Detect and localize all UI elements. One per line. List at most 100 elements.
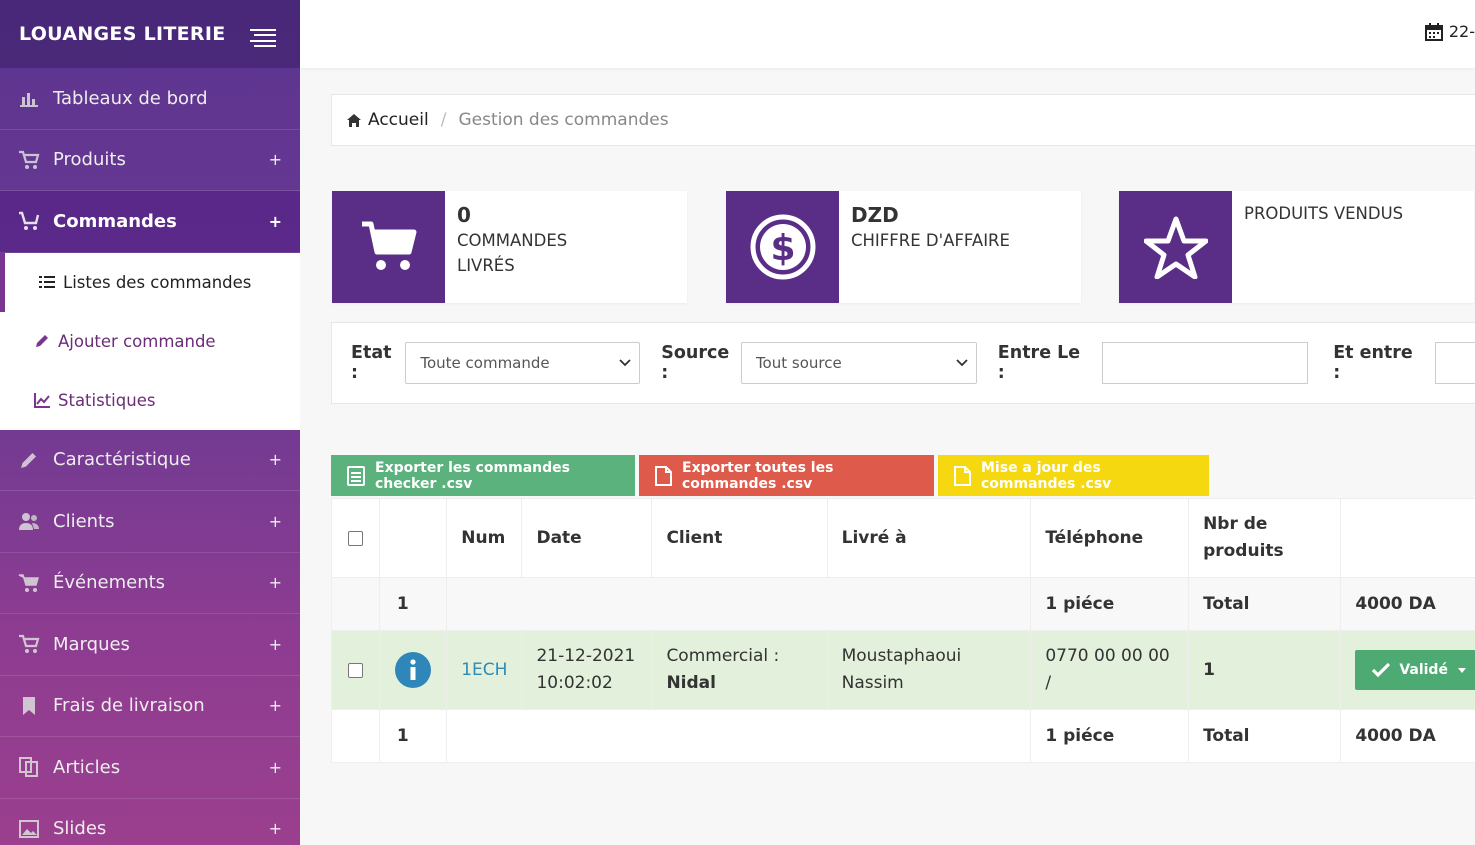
brand-name: LOUANGES LITERIE	[19, 23, 226, 45]
breadcrumb: Accueil / Gestion des commandes	[331, 94, 1475, 146]
sidebar-item-caracteristique[interactable]: Caractéristique +	[0, 430, 300, 491]
entre-le-label: Entre Le :	[997, 343, 1081, 383]
phone-secondary: /	[1045, 673, 1052, 693]
sidebar-item-marques[interactable]: Marques +	[0, 614, 300, 676]
sidebar-item-label: Clients	[53, 510, 115, 532]
header-date: Date	[521, 498, 653, 578]
table-summary-row: 1 1 piéce Total 4000 DA	[331, 577, 1475, 631]
sidebar-item-evenements[interactable]: Événements +	[0, 553, 300, 614]
sidebar-item-label: Tableaux de bord	[53, 87, 208, 109]
order-number-link[interactable]: 1ECH	[461, 660, 507, 680]
delivery-name-2: Nassim	[841, 673, 904, 693]
header-nbr-produits: Nbr de produits	[1188, 498, 1342, 578]
expand-icon[interactable]: +	[269, 696, 282, 715]
export-all-button[interactable]: Exporter toutes les commandes .csv	[639, 455, 934, 496]
submenu-item-listes[interactable]: Listes des commandes	[0, 252, 300, 312]
row-checkbox[interactable]	[347, 662, 363, 678]
status-label: Validé	[1399, 661, 1448, 678]
sidebar-item-frais-livraison[interactable]: Frais de livraison +	[0, 676, 300, 737]
header-nbr-line2: produits	[1203, 541, 1284, 561]
sidebar-item-label: Marques	[53, 633, 130, 655]
cart-icon	[18, 572, 40, 594]
expand-icon[interactable]: +	[269, 450, 282, 469]
table-footer-row: 1 1 piéce Total 4000 DA	[331, 709, 1475, 763]
order-date: 21-12-2021	[536, 646, 636, 666]
header-status	[1340, 498, 1475, 578]
footer-pieces: 1 piéce	[1030, 709, 1190, 763]
etat-label: Etat :	[351, 343, 392, 383]
et-entre-label: Et entre :	[1333, 343, 1413, 383]
expand-icon[interactable]: +	[269, 212, 282, 231]
expand-icon[interactable]: +	[269, 819, 282, 838]
breadcrumb-home[interactable]: Accueil	[347, 110, 429, 130]
phone-number: 0770 00 00 00	[1045, 646, 1170, 666]
chevron-down-icon	[619, 359, 631, 367]
image-icon	[18, 818, 40, 840]
export-checker-button[interactable]: Exporter les commandes checker .csv	[331, 455, 635, 496]
footer-total-label: Total	[1188, 709, 1342, 763]
update-commandes-button[interactable]: Mise a jour des commandes .csv	[938, 455, 1209, 496]
expand-icon[interactable]: +	[269, 150, 282, 169]
header-num: Num	[446, 498, 523, 578]
sidebar-item-produits[interactable]: Produits +	[0, 130, 300, 191]
stat-label: COMMANDES	[457, 231, 568, 250]
check-icon	[1371, 662, 1391, 678]
expand-icon[interactable]: +	[269, 573, 282, 592]
export-all-label: Exporter toutes les commandes .csv	[682, 459, 834, 492]
sidebar-item-articles[interactable]: Articles +	[0, 737, 300, 799]
sidebar-item-label: Articles	[53, 756, 121, 778]
sidebar-item-label: Frais de livraison	[53, 695, 205, 717]
cart-outline-icon	[18, 210, 40, 232]
source-select[interactable]: Tout source	[740, 342, 977, 384]
expand-icon[interactable]: +	[269, 512, 282, 531]
date-end-input[interactable]	[1434, 342, 1475, 384]
breadcrumb-home-label: Accueil	[368, 110, 429, 130]
bar-chart-icon	[18, 87, 40, 109]
submenu-item-ajouter[interactable]: Ajouter commande	[0, 312, 300, 371]
summary-count: 1	[378, 577, 448, 631]
expand-icon[interactable]: +	[269, 635, 282, 654]
sidebar: LOUANGES LITERIE Tableaux de bord Produi…	[0, 0, 300, 845]
sidebar-item-clients[interactable]: Clients +	[0, 491, 300, 553]
summary-total: 4000 DA	[1340, 577, 1475, 631]
sidebar-item-tableaux[interactable]: Tableaux de bord	[0, 68, 300, 130]
orders-table: Num Date Client Livré à Téléphone Nbr de…	[331, 498, 1475, 763]
table-header: Num Date Client Livré à Téléphone Nbr de…	[331, 498, 1475, 578]
sidebar-item-commandes[interactable]: Commandes +	[0, 191, 300, 253]
footer-count: 1	[378, 709, 448, 763]
svg-text:$: $	[770, 228, 795, 269]
cart-icon	[18, 149, 40, 171]
bookmark-icon	[18, 695, 40, 717]
menu-toggle-icon[interactable]	[250, 29, 276, 47]
app: LOUANGES LITERIE Tableaux de bord Produi…	[0, 0, 1475, 845]
export-checker-label: Exporter les commandes checker .csv	[375, 459, 570, 492]
source-label: Source :	[661, 343, 730, 383]
date-start-input[interactable]	[1101, 342, 1309, 384]
info-icon[interactable]	[394, 651, 446, 689]
stat-label: CHIFFRE D'AFFAIRE	[851, 231, 1010, 250]
submenu-item-statistiques[interactable]: Statistiques	[0, 371, 300, 430]
home-icon	[347, 113, 361, 127]
date-text: 22-	[1448, 22, 1475, 41]
select-all-checkbox[interactable]	[347, 530, 363, 546]
expand-icon[interactable]: +	[269, 758, 282, 777]
table-row[interactable]: 1ECH 21-12-2021 10:02:02 Commercial : Ni…	[331, 630, 1475, 710]
footer-total: 4000 DA	[1340, 709, 1475, 763]
submenu-item-label: Statistiques	[58, 390, 156, 410]
etat-select[interactable]: Toute commande	[405, 342, 641, 384]
source-select-value: Tout source	[755, 354, 842, 372]
header-telephone: Téléphone	[1030, 498, 1190, 578]
header-client: Client	[651, 498, 828, 578]
sidebar-item-slides[interactable]: Slides +	[0, 799, 300, 845]
status-dropdown-button[interactable]: Validé	[1355, 650, 1475, 690]
pencil-icon	[34, 333, 52, 349]
stat-label: PRODUITS VENDUS	[1244, 204, 1404, 223]
sidebar-item-label: Commandes	[53, 210, 177, 232]
file-icon	[655, 465, 672, 486]
header-select	[331, 498, 380, 578]
stat-label-2: LIVRÉS	[457, 256, 515, 275]
sidebar-item-label: Produits	[53, 149, 126, 171]
list-icon	[39, 275, 57, 289]
sidebar-item-label: Événements	[53, 572, 166, 594]
client-name: Nidal	[666, 673, 716, 693]
